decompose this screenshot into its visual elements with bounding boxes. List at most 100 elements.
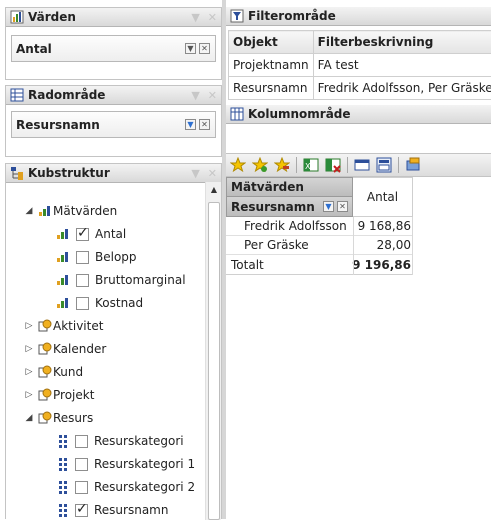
close-icon[interactable]: ✕: [208, 167, 217, 180]
tree-item-label: Resurskategori: [94, 434, 184, 448]
tree-item-label: Antal: [95, 227, 126, 241]
filter-icon[interactable]: ▼: [185, 43, 196, 54]
chevron-down-icon[interactable]: ▼: [191, 11, 199, 24]
scroll-up-arrow[interactable]: ▲: [206, 182, 222, 198]
values-panel-header[interactable]: Värden ▼✕: [6, 8, 221, 27]
star-add-icon[interactable]: [252, 157, 268, 173]
tree-node-label: Resurs: [53, 411, 93, 425]
close-icon[interactable]: ✕: [208, 89, 217, 102]
toolbar-divider: [296, 157, 297, 173]
chevron-down-icon[interactable]: ▼: [191, 167, 199, 180]
checkbox[interactable]: [76, 274, 89, 287]
tree-item-resurskategori[interactable]: Resurskategori: [59, 431, 184, 451]
form-icon[interactable]: [376, 157, 392, 173]
measure-bars-icon: [57, 229, 68, 239]
measure-bars-icon: [57, 252, 68, 262]
values-field-antal[interactable]: Antal ▼ ✕: [11, 35, 216, 62]
pivot-row-header[interactable]: Resursnamn ▼ ✕: [226, 197, 353, 217]
collapsed-arrow-icon[interactable]: ▷: [24, 390, 34, 400]
table-row[interactable]: Per Gräske 28,00: [226, 236, 413, 255]
values-panel: Värden ▼✕ Antal ▼ ✕: [5, 7, 222, 80]
checkbox[interactable]: [76, 251, 89, 264]
row-field-resursnamn[interactable]: Resursnamn ▼ ✕: [11, 111, 216, 138]
tree-item-kostnad[interactable]: Kostnad: [57, 293, 143, 313]
checkbox[interactable]: [75, 435, 88, 448]
table-row[interactable]: Fredrik Adolfsson 9 168,86: [226, 217, 413, 236]
filter-area-panel: Filterområde Objekt Filterbeskrivning Pr…: [226, 7, 491, 103]
collapsed-arrow-icon[interactable]: ▷: [24, 367, 34, 377]
filter-icon[interactable]: ▼: [185, 119, 196, 130]
filter-col-object: Objekt: [229, 31, 314, 54]
tree-node-aktivitet[interactable]: ▷ Aktivitet: [24, 316, 103, 336]
column-area-header[interactable]: Kolumnområde: [226, 105, 491, 124]
tree-item-antal[interactable]: Antal: [57, 224, 126, 244]
pivot-col-label: Antal: [367, 190, 398, 204]
table-icon: [10, 88, 24, 102]
tree-item-label: Resurskategori 2: [94, 480, 195, 494]
expanded-arrow-icon[interactable]: ◢: [24, 206, 34, 216]
remove-icon[interactable]: ✕: [337, 201, 348, 212]
tree-node-kalender[interactable]: ▷ Kalender: [24, 339, 106, 359]
remove-icon[interactable]: ✕: [199, 43, 210, 54]
measure-bars-icon: [57, 298, 68, 308]
settings-icon[interactable]: [405, 157, 421, 173]
close-icon[interactable]: ✕: [208, 11, 217, 24]
cube-structure-panel: Kubstruktur ▼✕ ▲ ◢ Mätvärden Antal Belop…: [5, 163, 222, 519]
tree-node-resurs[interactable]: ◢ Resurs: [24, 408, 93, 428]
star-icon[interactable]: [230, 157, 246, 173]
excel-delete-icon[interactable]: [325, 157, 341, 173]
checkbox-checked[interactable]: [76, 228, 89, 241]
filter-icon[interactable]: ▼: [323, 201, 334, 212]
scrollbar[interactable]: ▲: [205, 182, 221, 520]
tree-node-kund[interactable]: ▷ Kund: [24, 362, 83, 382]
pivot-row-label-cell: Fredrik Adolfsson: [244, 219, 347, 233]
tree-item-resursnamn[interactable]: Resursnamn: [59, 500, 168, 520]
scroll-thumb[interactable]: [208, 202, 220, 520]
tree-item-bruttomarginal[interactable]: Bruttomarginal: [57, 270, 186, 290]
pivot-value-column-border: [353, 217, 354, 275]
tree-node-measures[interactable]: ◢ Mätvärden: [24, 201, 117, 221]
tree-node-projekt[interactable]: ▷ Projekt: [24, 385, 94, 405]
tree-node-label: Mätvärden: [53, 204, 117, 218]
checkbox[interactable]: [76, 297, 89, 310]
chevron-down-icon[interactable]: ▼: [191, 89, 199, 102]
row-area-panel: Radområde ▼✕ Resursnamn ▼ ✕: [5, 85, 222, 157]
checkbox[interactable]: [75, 481, 88, 494]
dimension-icon: [38, 342, 52, 356]
pivot-row-label-cell: Per Gräske: [244, 238, 309, 252]
collapsed-arrow-icon[interactable]: ▷: [24, 321, 34, 331]
pivot-measures-header[interactable]: Mätvärden: [226, 177, 353, 197]
values-field-label: Antal: [16, 42, 52, 56]
layout-icon[interactable]: [354, 157, 370, 173]
table-row[interactable]: Projektnamn FA test: [229, 54, 491, 77]
collapsed-arrow-icon[interactable]: ▷: [24, 344, 34, 354]
cube-structure-header[interactable]: Kubstruktur ▼✕: [6, 164, 221, 183]
table-row[interactable]: Resursnamn Fredrik Adolfsson, Per Gräske: [229, 77, 491, 100]
checkbox-checked[interactable]: [75, 504, 88, 517]
row-area-header[interactable]: Radområde ▼✕: [6, 86, 221, 105]
tree-item-resurskategori-1[interactable]: Resurskategori 1: [59, 454, 195, 474]
pivot-value-cell: 9 168,86: [358, 219, 411, 233]
remove-icon[interactable]: ✕: [199, 119, 210, 130]
pivot-measures-label: Mätvärden: [231, 180, 304, 194]
tree-item-label: Belopp: [95, 250, 137, 264]
toolbar-divider: [347, 157, 348, 173]
pivot-total-row[interactable]: Totalt 9 196,86: [226, 255, 413, 275]
pivot-total-label: Totalt: [231, 258, 264, 272]
pivot-col-header[interactable]: Antal: [353, 177, 413, 217]
tree-node-label: Aktivitet: [53, 319, 103, 333]
expanded-arrow-icon[interactable]: ◢: [24, 413, 34, 423]
star-edit-icon[interactable]: [274, 157, 290, 173]
tree-item-belopp[interactable]: Belopp: [57, 247, 137, 267]
filter-description-cell: FA test: [313, 54, 491, 77]
measure-bars-icon: [57, 275, 68, 285]
excel-export-icon[interactable]: X: [303, 157, 319, 173]
attribute-grid-icon: [59, 481, 67, 494]
filter-area-header[interactable]: Filterområde: [226, 7, 491, 26]
dimension-icon: [38, 388, 52, 402]
checkbox[interactable]: [75, 458, 88, 471]
tree-node-label: Projekt: [53, 388, 94, 402]
filter-description-cell: Fredrik Adolfsson, Per Gräske: [313, 77, 491, 100]
column-area-panel: Kolumnområde: [226, 105, 491, 153]
tree-item-resurskategori-2[interactable]: Resurskategori 2: [59, 477, 195, 497]
